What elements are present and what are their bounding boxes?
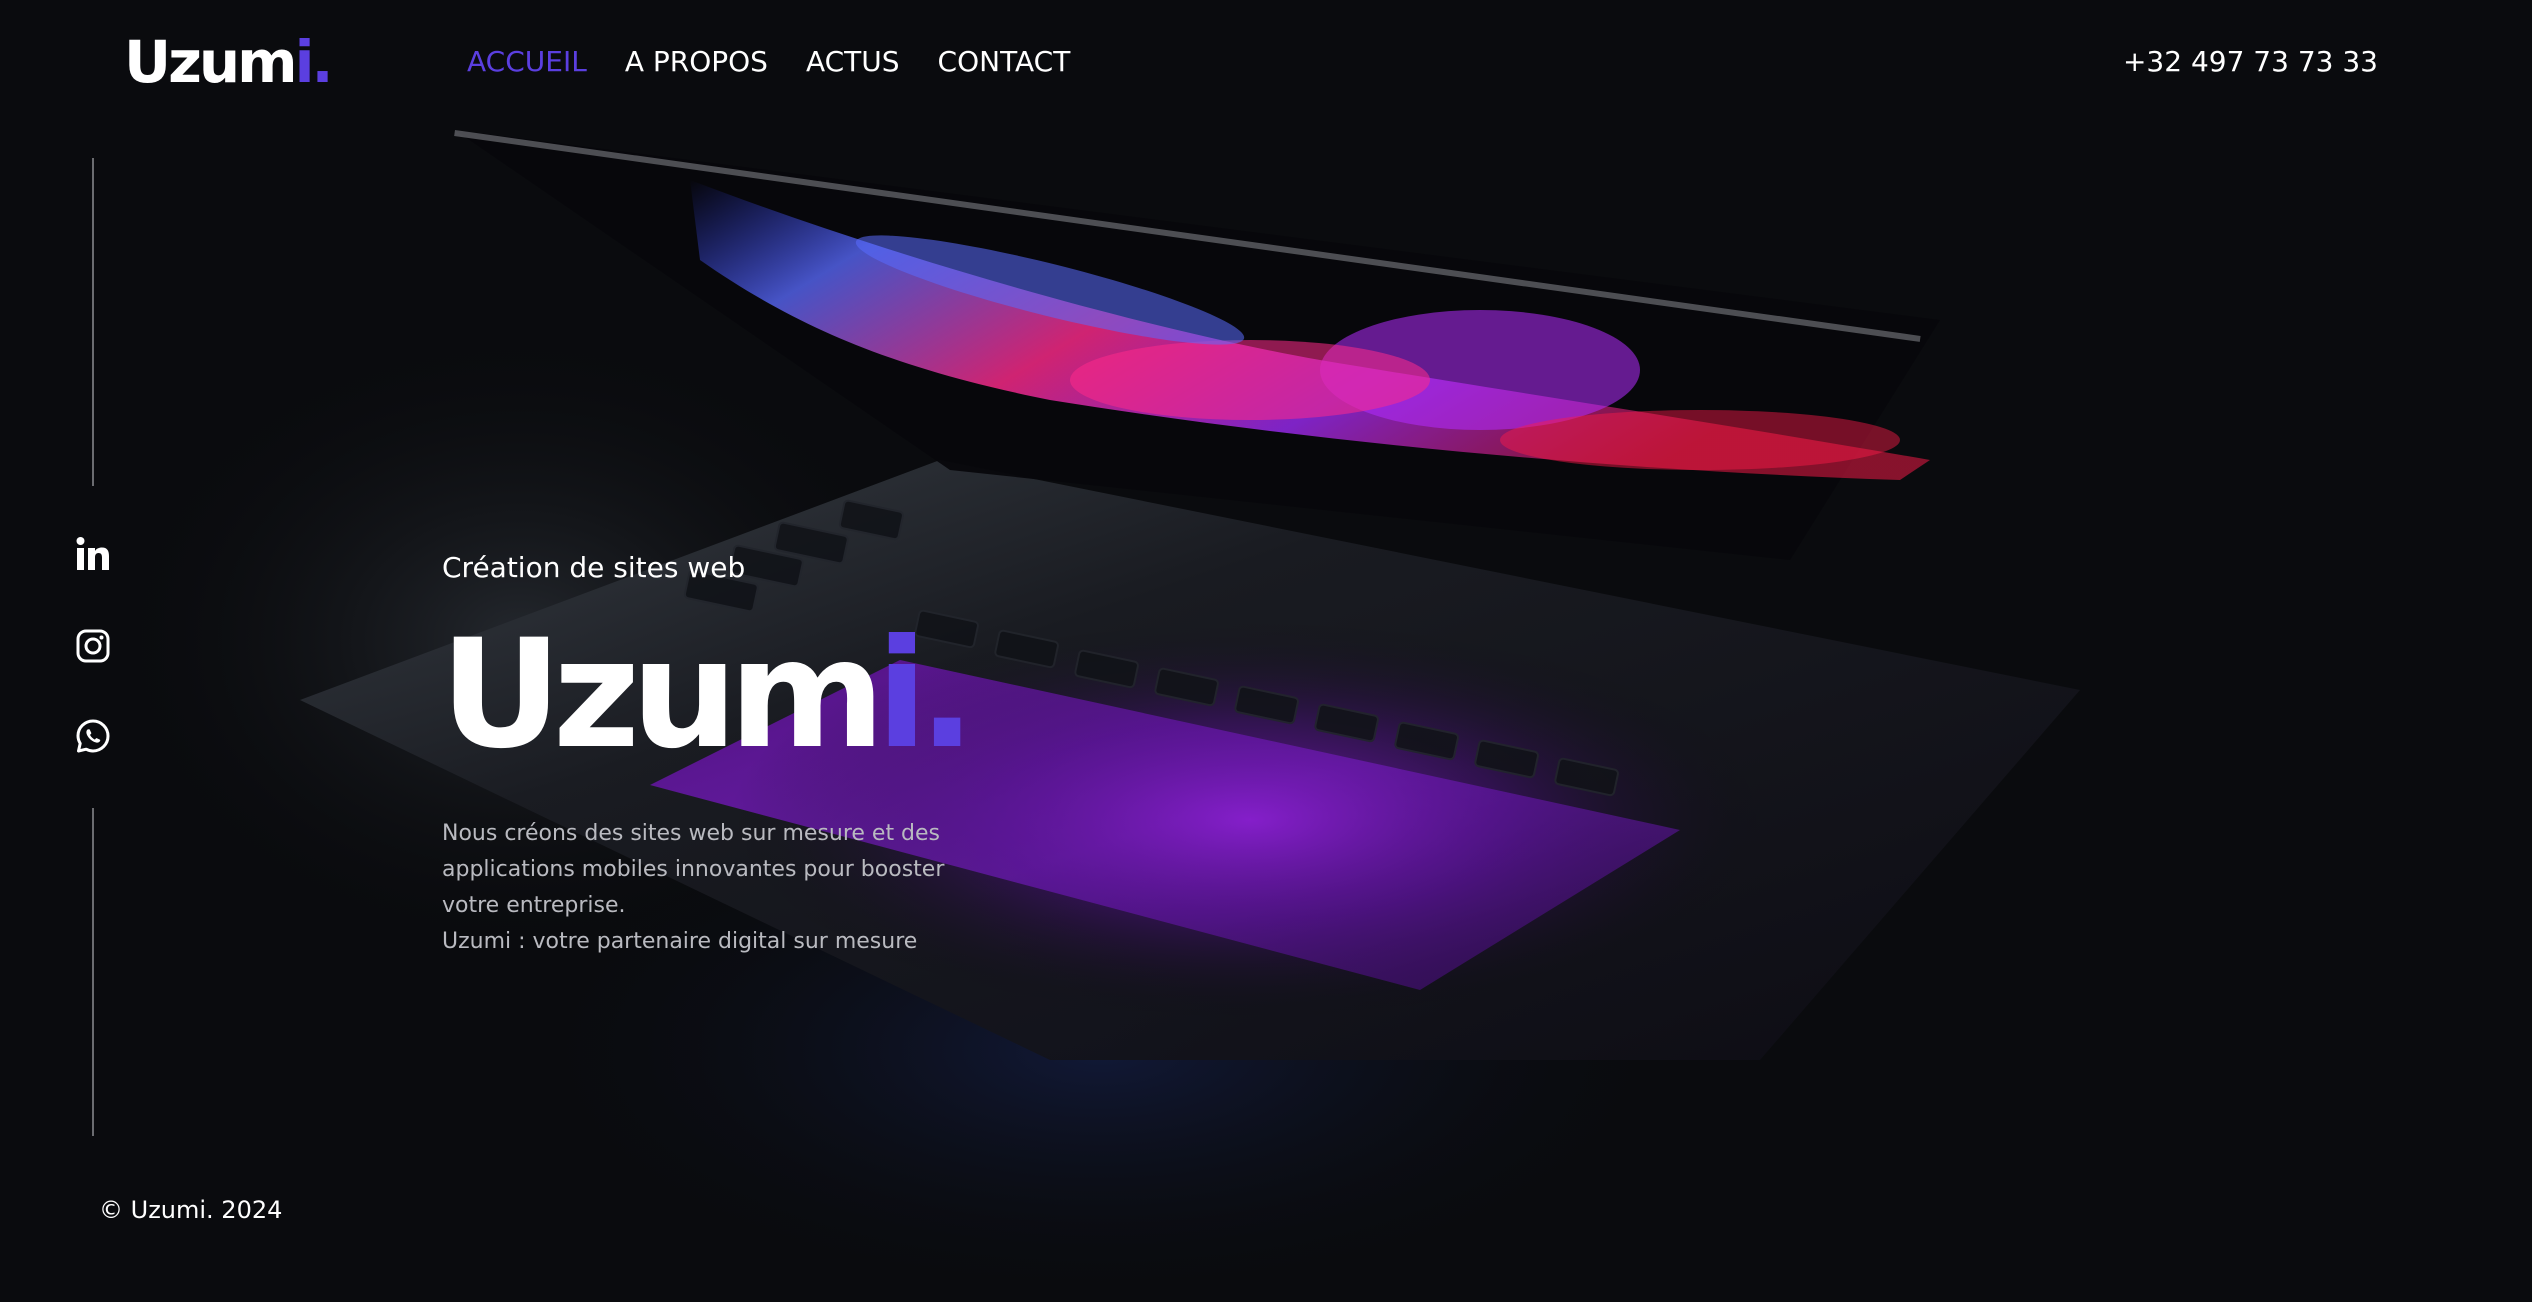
hero-title: Uzumi. <box>440 608 976 782</box>
phone-link[interactable]: +32 497 73 73 33 <box>2123 44 2378 80</box>
hero-tagline: Uzumi : votre partenaire digital sur mes… <box>442 929 918 954</box>
nav-a-propos[interactable]: A PROPOS <box>625 44 768 80</box>
nav-contact[interactable]: CONTACT <box>938 44 1071 80</box>
main-nav: ACCUEIL A PROPOS ACTUS CONTACT <box>467 44 1070 80</box>
linkedin-link[interactable] <box>72 533 114 575</box>
hero-background-image <box>0 0 2532 1302</box>
rail-divider-bottom <box>92 808 94 1136</box>
page: Uzumi. ACCUEIL A PROPOS ACTUS CONTACT +3… <box>0 0 2532 1302</box>
whatsapp-link[interactable] <box>72 715 114 757</box>
nav-actus[interactable]: ACTUS <box>806 44 900 80</box>
laptop-illustration <box>100 130 2080 1302</box>
instagram-icon <box>76 629 110 663</box>
instagram-link[interactable] <box>72 625 114 667</box>
hero-title-main: Uzum <box>440 608 885 782</box>
rail-divider-top <box>92 158 94 486</box>
hero-kicker: Création de sites web <box>442 551 746 584</box>
hero-description: Nous créons des sites web sur mesure et … <box>442 816 962 960</box>
logo[interactable]: Uzumi. <box>124 28 334 96</box>
hero-description-line: applications mobiles innovantes pour boo… <box>442 857 945 882</box>
hero-description-line: Nous créons des sites web sur mesure et … <box>442 821 941 846</box>
logo-accent: i. <box>294 28 334 96</box>
hero-description-line: votre entreprise. <box>442 893 626 918</box>
nav-accueil[interactable]: ACCUEIL <box>467 44 587 80</box>
whatsapp-icon <box>76 719 110 753</box>
hero-title-accent: i. <box>876 608 975 782</box>
copyright: © Uzumi. 2024 <box>99 1196 283 1224</box>
linkedin-icon <box>76 537 109 570</box>
logo-main: Uzum <box>124 28 298 96</box>
